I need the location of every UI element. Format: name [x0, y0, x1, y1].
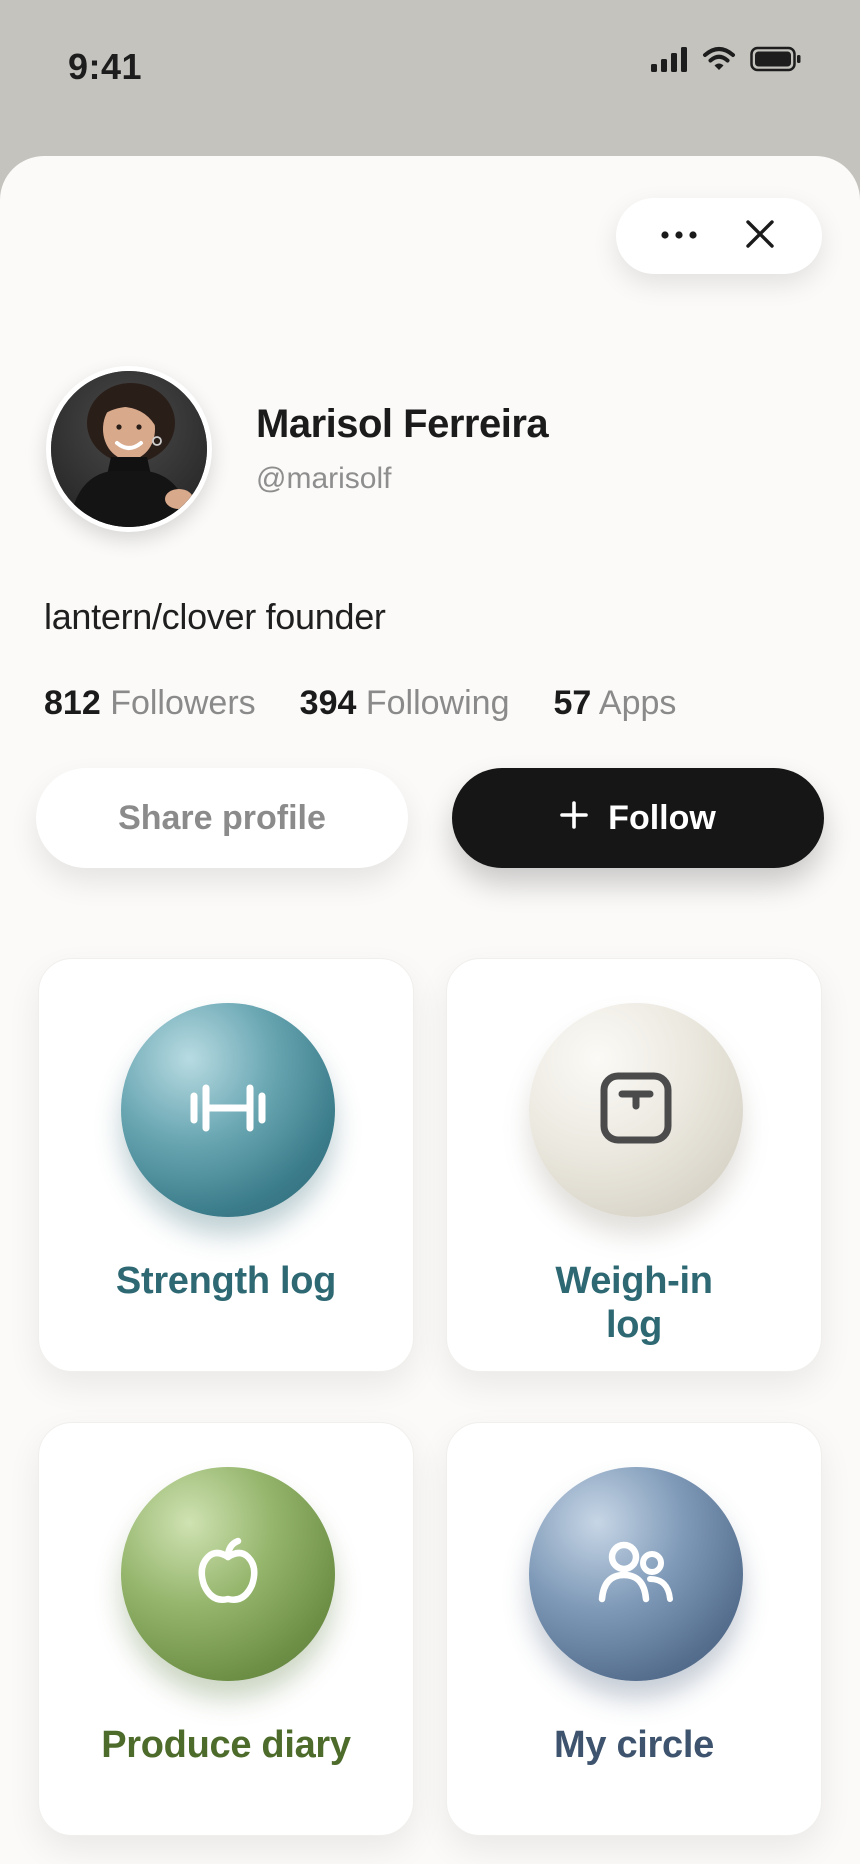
- profile-handle: @marisolf: [256, 462, 392, 495]
- stat-value: 394: [299, 684, 357, 722]
- app-card-strength-log[interactable]: Strength log: [38, 958, 414, 1372]
- stat-label: Following: [365, 684, 510, 722]
- more-button[interactable]: [649, 206, 709, 266]
- app-card-produce-diary[interactable]: Produce diary: [38, 1422, 414, 1836]
- sheet-controls: [616, 198, 822, 274]
- more-icon: [659, 227, 699, 245]
- scale-icon: [598, 1070, 674, 1151]
- avatar-portrait-icon: [51, 371, 207, 527]
- status-time: 9:41: [68, 46, 143, 87]
- people-icon: [596, 1539, 676, 1610]
- app-title: Produce diary: [101, 1724, 351, 1766]
- app-orb: [529, 1467, 743, 1681]
- app-title: My circle: [554, 1724, 714, 1766]
- status-icons: [650, 46, 802, 76]
- profile-stats: 812 Followers 394 Following 57 Apps: [44, 684, 676, 723]
- app-title: Weigh-in log: [555, 1260, 713, 1346]
- close-button[interactable]: [730, 206, 790, 266]
- follow-button[interactable]: Follow: [452, 768, 824, 868]
- stat-label: Apps: [598, 684, 677, 722]
- battery-icon: [750, 46, 802, 77]
- follow-label: Follow: [608, 798, 716, 837]
- wifi-icon: [702, 46, 736, 77]
- stat-label: Followers: [110, 684, 256, 722]
- stat-followers[interactable]: 812 Followers: [44, 684, 256, 723]
- profile-name: Marisol Ferreira: [256, 402, 549, 446]
- avatar: [46, 366, 212, 532]
- stat-following[interactable]: 394 Following: [300, 684, 510, 723]
- profile-sheet: Marisol Ferreira @marisolf lantern/clove…: [0, 156, 860, 1864]
- status-bar: 9:41: [0, 0, 860, 140]
- cellular-signal-icon: [650, 46, 688, 77]
- stat-apps[interactable]: 57 Apps: [553, 684, 676, 723]
- app-card-my-circle[interactable]: My circle: [446, 1422, 822, 1836]
- app-card-weigh-in-log[interactable]: Weigh-in log: [446, 958, 822, 1372]
- dumbbell-icon: [188, 1082, 268, 1139]
- share-profile-label: Share profile: [118, 798, 326, 837]
- profile-bio: lantern/clover founder: [44, 596, 386, 637]
- app-title: Strength log: [115, 1260, 337, 1302]
- apple-icon: [196, 1537, 260, 1612]
- close-icon: [745, 219, 775, 254]
- stat-value: 812: [44, 684, 101, 722]
- stat-value: 57: [553, 684, 592, 722]
- app-orb: [121, 1467, 335, 1681]
- app-orb: [121, 1003, 335, 1217]
- plus-icon: [560, 799, 588, 838]
- share-profile-button[interactable]: Share profile: [36, 768, 408, 868]
- app-orb: [529, 1003, 743, 1217]
